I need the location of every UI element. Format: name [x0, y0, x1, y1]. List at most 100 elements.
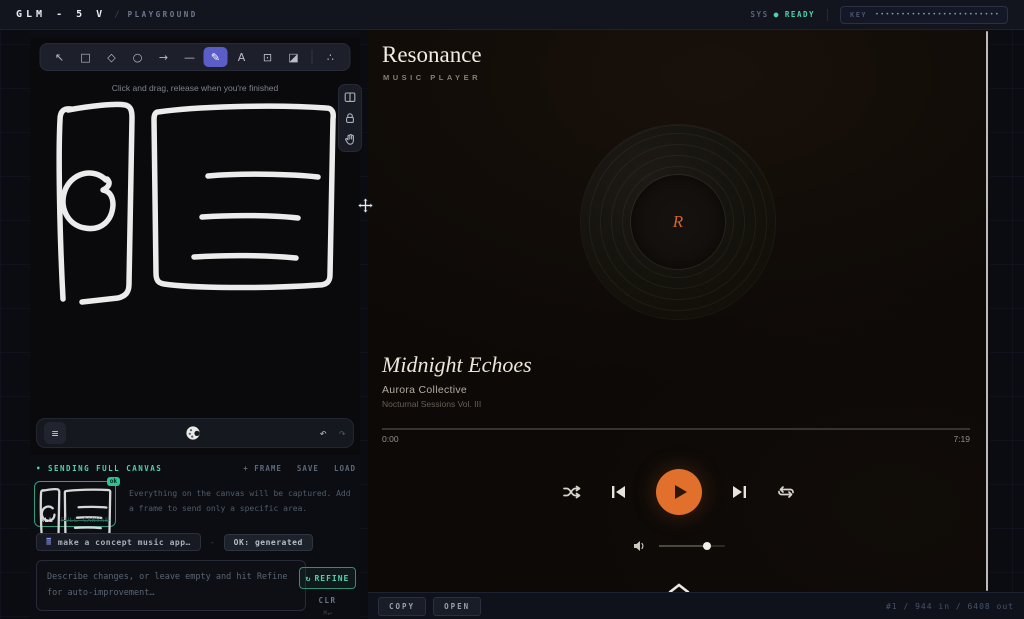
artist-name: Aurora Collective — [382, 384, 467, 396]
thumbnail-label-all: ALL — [40, 516, 53, 524]
volume-icon[interactable] — [633, 540, 647, 552]
refine-input[interactable] — [36, 560, 306, 611]
elapsed-time: 0:00 — [382, 434, 399, 444]
repeat-icon — [777, 485, 795, 499]
hand-icon[interactable] — [344, 133, 356, 145]
prompt-text: make a concept music app… — [58, 538, 191, 547]
move-cursor-icon — [357, 197, 374, 214]
playback-controls — [368, 466, 990, 518]
undo-icon[interactable]: ↶ — [320, 427, 327, 439]
app-window: GLM - 5 V / PLAYGROUND SYS ● READY KEY •… — [0, 0, 1024, 619]
repeat-button[interactable] — [777, 485, 795, 499]
preview-panel: Resonance MUSIC PLAYER R Midnight Echoes… — [368, 30, 990, 592]
volume-slider[interactable] — [659, 545, 725, 547]
capture-description: Everything on the canvas will be capture… — [129, 481, 358, 527]
sending-status-label: SENDING FULL CANVAS — [48, 464, 162, 473]
save-button[interactable]: SAVE — [297, 464, 319, 473]
progress-bar[interactable] — [382, 428, 970, 430]
shuffle-button[interactable] — [563, 485, 581, 499]
album-name: Nocturnal Sessions Vol. III — [382, 399, 481, 409]
sketch-drawing — [30, 38, 360, 455]
prompt-chip[interactable]: ≣ make a concept music app… — [36, 533, 201, 551]
redo-icon[interactable]: ↷ — [339, 427, 346, 439]
thumbnail-label-fullcanvas: FULL CANVAS — [61, 516, 110, 524]
volume-control — [368, 540, 990, 552]
api-key-input[interactable]: KEY •••••••••••••••••••••••••••••• — [840, 6, 1008, 24]
menu-button[interactable]: ≡ — [44, 422, 66, 444]
history-row: ≣ make a concept music app… - OK: genera… — [36, 533, 313, 551]
result-text: OK: generated — [234, 538, 303, 547]
time-row: 0:00 7:19 — [382, 434, 970, 444]
select-tool-icon[interactable]: ↖ — [48, 47, 72, 67]
preview-scrollbar[interactable] — [986, 31, 988, 591]
queue-chevron-icon[interactable] — [667, 583, 691, 592]
drawing-canvas[interactable]: ↖ □ ◇ ○ → — ✎ A ⊡ ◪ ∴ Click and drag, re… — [30, 38, 360, 455]
copy-button[interactable]: COPY — [378, 597, 426, 616]
canvas-thumbnail[interactable]: ok ALL FULL CANVAS — [34, 481, 116, 527]
palette-icon — [185, 425, 201, 441]
header: GLM - 5 V / PLAYGROUND SYS ● READY KEY •… — [0, 0, 1024, 30]
prompt-icon: ≣ — [46, 537, 52, 547]
image-tool-icon[interactable]: ⊡ — [256, 47, 280, 67]
key-masked-value: •••••••••••••••••••••••••••••• — [875, 11, 998, 18]
next-icon — [732, 485, 747, 499]
add-frame-button[interactable]: + FRAME — [243, 464, 282, 473]
volume-thumb[interactable] — [703, 542, 711, 550]
text-tool-icon[interactable]: A — [230, 47, 254, 67]
ellipse-tool-icon[interactable]: ○ — [126, 47, 150, 67]
canvas-side-toolbar — [338, 84, 362, 152]
sys-label: SYS — [751, 10, 769, 19]
track-title: Midnight Echoes — [382, 352, 532, 378]
shapes-tool-icon[interactable]: ∴ — [319, 47, 343, 67]
header-divider — [827, 9, 828, 21]
arrow-tool-icon[interactable]: → — [152, 47, 176, 67]
sending-dot-icon: • — [36, 464, 42, 473]
shuffle-icon — [563, 485, 581, 499]
canvas-hint-text: Click and drag, release when you're fini… — [30, 83, 360, 93]
app-title: Resonance — [382, 42, 482, 68]
status-dot-icon: ● — [774, 10, 780, 19]
sending-status: • SENDING FULL CANVAS — [36, 464, 162, 473]
rectangle-tool-icon[interactable]: □ — [74, 47, 98, 67]
capture-status-row: • SENDING FULL CANVAS + FRAME SAVE LOAD — [36, 464, 356, 473]
vinyl-record: R — [581, 125, 775, 319]
lock-icon[interactable] — [344, 112, 356, 124]
vinyl-center-label: R — [631, 175, 725, 269]
breadcrumb-section: PLAYGROUND — [128, 10, 198, 19]
previous-track-button[interactable] — [611, 485, 626, 499]
diamond-tool-icon[interactable]: ◇ — [100, 47, 124, 67]
open-button[interactable]: OPEN — [433, 597, 481, 616]
columns-icon[interactable] — [344, 91, 356, 103]
tool-toolbar: ↖ □ ◇ ○ → — ✎ A ⊡ ◪ ∴ — [40, 43, 351, 71]
result-chip[interactable]: OK: generated — [224, 534, 313, 551]
app-subtitle: MUSIC PLAYER — [383, 73, 481, 82]
canvas-bottom-bar: ≡ ↶ ↷ — [36, 418, 354, 448]
brand-title: GLM - 5 V — [16, 9, 106, 20]
line-tool-icon[interactable]: — — [178, 47, 202, 67]
refine-button-label: REFINE — [314, 574, 349, 583]
chip-separator: - — [210, 538, 215, 547]
play-icon — [674, 484, 688, 500]
keyboard-shortcut-hint: ⌘↵ — [299, 609, 356, 617]
clear-button[interactable]: CLR — [299, 596, 356, 605]
key-label: KEY — [850, 11, 867, 19]
eraser-tool-icon[interactable]: ◪ — [282, 47, 306, 67]
toolbar-divider — [312, 50, 313, 64]
capture-card: ok ALL FULL CANVAS Everything on the can… — [34, 481, 358, 527]
status-badge: ok — [107, 477, 120, 486]
refine-button[interactable]: ↻ REFINE — [299, 567, 356, 589]
token-stats: #1 / 944 in / 6408 out — [886, 602, 1014, 611]
hamburger-icon: ≡ — [52, 427, 59, 440]
system-status: SYS ● READY — [751, 10, 815, 19]
next-track-button[interactable] — [732, 485, 747, 499]
total-duration: 7:19 — [953, 434, 970, 444]
vinyl-monogram: R — [673, 212, 683, 232]
refresh-icon: ↻ — [306, 574, 312, 583]
thumbnail-label: ALL FULL CANVAS — [40, 516, 109, 524]
color-palette-button[interactable] — [185, 425, 201, 441]
play-button[interactable] — [656, 469, 702, 515]
pen-tool-icon[interactable]: ✎ — [204, 47, 228, 67]
load-button[interactable]: LOAD — [334, 464, 356, 473]
sys-ready-label: READY — [785, 10, 815, 19]
breadcrumb-divider: / — [114, 10, 119, 20]
